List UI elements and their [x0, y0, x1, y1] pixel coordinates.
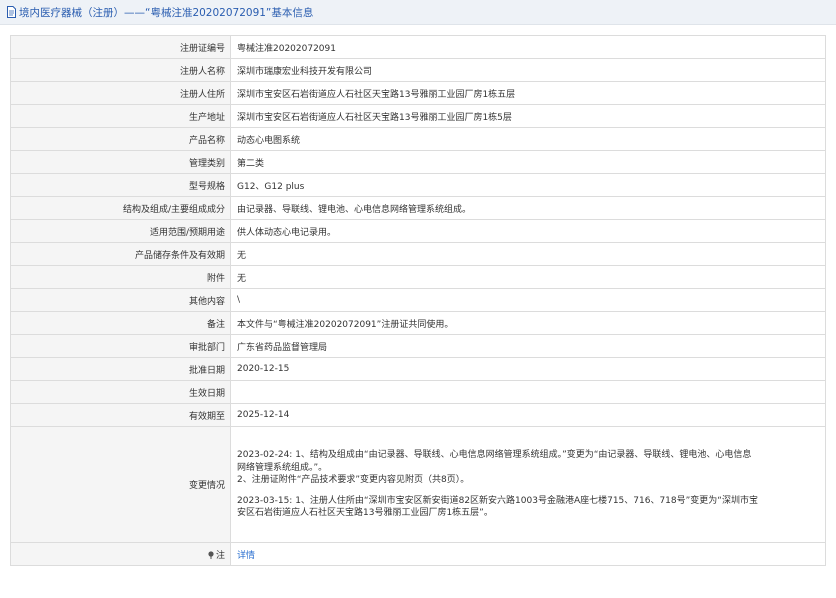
change-history-row: 变更情况 2023-02-24: 1、结构及组成由“由记录器、导联线、心电信息网…: [10, 426, 826, 543]
field-label: 附件: [10, 265, 231, 289]
field-value: 由记录器、导联线、锂电池、心电信息网络管理系统组成。: [230, 196, 826, 220]
change-entry-line: 2023-02-24: 1、结构及组成由“由记录器、导联线、心电信息网络管理系统…: [237, 450, 752, 461]
table-row: 产品名称 动态心电图系统: [10, 127, 826, 151]
table-row: 管理类别 第二类: [10, 150, 826, 174]
field-label: 批准日期: [10, 357, 231, 381]
field-value: 广东省药品监督管理局: [230, 334, 826, 358]
field-label: 生产地址: [10, 104, 231, 128]
field-label: 产品名称: [10, 127, 231, 151]
field-value: 本文件与“粤械注准20202072091”注册证共同使用。: [230, 311, 826, 335]
field-label: 变更情况: [10, 426, 231, 543]
change-entry-line: 2023-03-15: 1、注册人住所由“深圳市宝安区新安街道82区新安六路10…: [237, 495, 758, 506]
table-row: 生产地址 深圳市宝安区石岩街道应人石社区天宝路13号雅丽工业园厂房1栋5层: [10, 104, 826, 128]
details-link[interactable]: 详情: [237, 551, 255, 561]
field-value: 无: [230, 265, 826, 289]
field-value: 深圳市瑞康宏业科技开发有限公司: [230, 58, 826, 82]
field-value: 动态心电图系统: [230, 127, 826, 151]
field-label: 结构及组成/主要组成成分: [10, 196, 231, 220]
field-value: 粤械注准20202072091: [230, 35, 826, 59]
table-row: 有效期至 2025-12-14: [10, 403, 826, 427]
field-value: 2025-12-14: [230, 403, 826, 427]
table-row: 适用范围/预期用途 供人体动态心电记录用。: [10, 219, 826, 243]
change-entry-line: 安区石岩街道应人石社区天宝路13号雅丽工业园厂房1栋五层”。: [237, 508, 493, 519]
field-label: 其他内容: [10, 288, 231, 312]
table-row: 生效日期: [10, 380, 826, 404]
field-value: \: [230, 288, 826, 312]
table-row: 型号规格 G12、G12 plus: [10, 173, 826, 197]
table-row: 产品储存条件及有效期 无: [10, 242, 826, 266]
field-value: 深圳市宝安区石岩街道应人石社区天宝路13号雅丽工业园厂房1栋5层: [230, 104, 826, 128]
field-value: 2020-12-15: [230, 357, 826, 381]
document-icon: [6, 6, 17, 18]
table-row: 审批部门 广东省药品监督管理局: [10, 334, 826, 358]
table-row: 结构及组成/主要组成成分 由记录器、导联线、锂电池、心电信息网络管理系统组成。: [10, 196, 826, 220]
pin-icon: [207, 550, 215, 559]
table-row: 备注 本文件与“粤械注准20202072091”注册证共同使用。: [10, 311, 826, 335]
table-row: 批准日期 2020-12-15: [10, 357, 826, 381]
change-history-value: 2023-02-24: 1、结构及组成由“由记录器、导联线、心电信息网络管理系统…: [230, 426, 826, 543]
table-row: 注册人住所 深圳市宝安区石岩街道应人石社区天宝路13号雅丽工业园厂房1栋五层: [10, 81, 826, 105]
field-value: 深圳市宝安区石岩街道应人石社区天宝路13号雅丽工业园厂房1栋五层: [230, 81, 826, 105]
note-row: 注 详情: [10, 542, 826, 566]
field-value: G12、G12 plus: [230, 173, 826, 197]
table-row: 其他内容 \: [10, 288, 826, 312]
field-label: 审批部门: [10, 334, 231, 358]
field-label: 型号规格: [10, 173, 231, 197]
table-row: 注册证编号 粤械注准20202072091: [10, 35, 826, 59]
table-row: 附件 无: [10, 265, 826, 289]
field-label: 产品储存条件及有效期: [10, 242, 231, 266]
breadcrumb-category-link[interactable]: 境内医疗器械（注册）: [19, 5, 124, 20]
field-label: 注册证编号: [10, 35, 231, 59]
field-value: 供人体动态心电记录用。: [230, 219, 826, 243]
field-label: 管理类别: [10, 150, 231, 174]
field-label: 备注: [10, 311, 231, 335]
note-label: 注: [215, 550, 225, 561]
page-header: 境内医疗器械（注册） ——“粤械注准20202072091”基本信息: [0, 0, 836, 25]
field-label: 注册人住所: [10, 81, 231, 105]
field-label: 注册人名称: [10, 58, 231, 82]
device-info-table: 注册证编号 粤械注准20202072091 注册人名称 深圳市瑞康宏业科技开发有…: [10, 35, 826, 566]
field-value: 无: [230, 242, 826, 266]
field-label: 生效日期: [10, 380, 231, 404]
note-label-cell: 注: [10, 542, 231, 566]
change-entry-line: 2、注册证附件“产品技术要求”变更内容见附页（共8页）。: [237, 475, 470, 486]
change-entry-line: 网络管理系统组成。”。: [237, 462, 328, 473]
table-row: 注册人名称 深圳市瑞康宏业科技开发有限公司: [10, 58, 826, 82]
page-title: ——“粤械注准20202072091”基本信息: [124, 6, 314, 19]
field-value: 详情: [230, 542, 826, 566]
field-value: 第二类: [230, 150, 826, 174]
field-value: [230, 380, 826, 404]
change-history-text: 2023-02-24: 1、结构及组成由“由记录器、导联线、心电信息网络管理系统…: [237, 445, 821, 524]
field-label: 有效期至: [10, 403, 231, 427]
field-label: 适用范围/预期用途: [10, 219, 231, 243]
